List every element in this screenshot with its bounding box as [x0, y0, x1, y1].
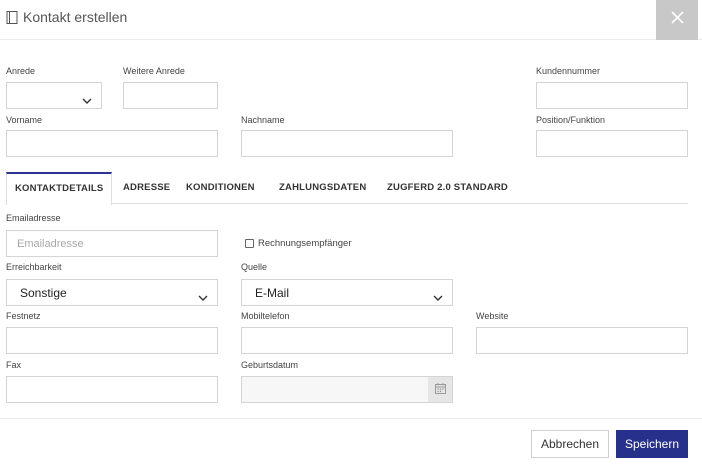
erreichbarkeit-select[interactable]: Sonstige	[6, 279, 218, 306]
festnetz-label: Festnetz	[6, 311, 41, 321]
vorname-input[interactable]	[6, 130, 218, 157]
dialog-title: Kontakt erstellen	[6, 9, 127, 25]
rechnungsempfaenger-label: Rechnungsempfänger	[258, 238, 352, 249]
anrede-select[interactable]	[6, 82, 102, 109]
mobiltelefon-input[interactable]	[241, 327, 453, 354]
chevron-down-icon	[198, 290, 208, 301]
footer-divider	[0, 418, 702, 419]
weitere-anrede-input[interactable]	[123, 82, 218, 109]
website-input[interactable]	[476, 327, 688, 354]
erreichbarkeit-label: Erreichbarkeit	[6, 262, 62, 272]
tab-zugferd[interactable]: ZUGFERD 2.0 STANDARD	[387, 172, 508, 204]
weitere-anrede-label: Weitere Anrede	[123, 66, 185, 76]
tab-bar: KONTAKTDETAILS ADRESSE KONDITIONEN ZAHLU…	[6, 172, 688, 205]
quelle-select[interactable]: E-Mail	[241, 279, 453, 306]
save-button[interactable]: Speichern	[616, 430, 688, 458]
quelle-label: Quelle	[241, 262, 268, 272]
kundennummer-input[interactable]	[536, 82, 688, 109]
erreichbarkeit-value: Sonstige	[20, 285, 67, 300]
geburtsdatum-field	[241, 376, 453, 403]
fax-label: Fax	[6, 360, 22, 370]
tab-adresse[interactable]: ADRESSE	[123, 172, 170, 204]
tab-kontaktdetails[interactable]: KONTAKTDETAILS	[6, 172, 113, 205]
anrede-label: Anrede	[6, 66, 36, 76]
calendar-button[interactable]	[428, 377, 452, 402]
chevron-down-icon	[433, 290, 443, 301]
mobiltelefon-label: Mobiltelefon	[241, 311, 290, 321]
rechnungsempfaenger-checkbox[interactable]: Rechnungsempfänger	[245, 238, 351, 249]
chevron-down-icon	[82, 93, 92, 104]
tab-zahlungsdaten[interactable]: ZAHLUNGSDATEN	[279, 172, 366, 204]
fax-input[interactable]	[6, 376, 218, 403]
position-input[interactable]	[536, 130, 688, 157]
close-button[interactable]	[656, 0, 698, 40]
email-label: Emailadresse	[6, 213, 61, 223]
dialog-title-text: Kontakt erstellen	[23, 9, 128, 25]
dialog-header: Kontakt erstellen	[0, 0, 702, 40]
email-input[interactable]	[6, 230, 218, 257]
festnetz-input[interactable]	[6, 327, 218, 354]
tab-konditionen[interactable]: KONDITIONEN	[186, 172, 255, 204]
position-label: Position/Funktion	[536, 115, 606, 125]
geburtsdatum-label: Geburtsdatum	[241, 360, 299, 370]
address-book-icon	[6, 10, 18, 24]
quelle-value: E-Mail	[255, 285, 290, 300]
nachname-input[interactable]	[241, 130, 453, 157]
calendar-icon	[434, 381, 446, 399]
close-icon	[670, 11, 684, 29]
vorname-label: Vorname	[6, 115, 43, 125]
nachname-label: Nachname	[241, 115, 285, 125]
checkbox-box[interactable]	[245, 239, 254, 248]
cancel-button[interactable]: Abbrechen	[531, 430, 609, 458]
kundennummer-label: Kundennummer	[536, 66, 601, 76]
geburtsdatum-input[interactable]	[242, 377, 430, 402]
website-label: Website	[476, 311, 509, 321]
